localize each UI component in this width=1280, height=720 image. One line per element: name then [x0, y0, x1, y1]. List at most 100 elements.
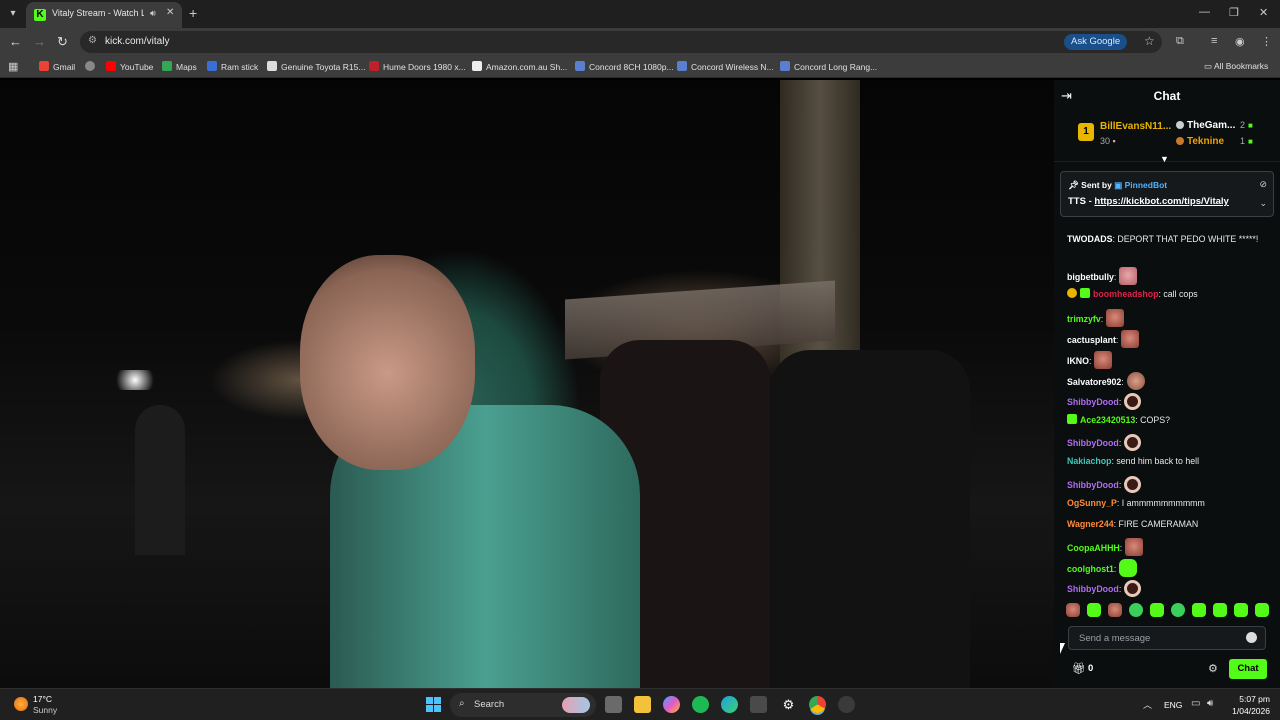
chat-username[interactable]: TWODADS: [1067, 234, 1112, 244]
network-icon[interactable]: ▭: [1191, 698, 1200, 709]
emote-icon[interactable]: [1124, 393, 1142, 410]
bookmark-amazon[interactable]: Amazon.com.au Sh...: [472, 61, 567, 72]
windows-start-icon[interactable]: [426, 697, 441, 712]
emote-icon[interactable]: [1171, 603, 1185, 617]
emote-icon[interactable]: [1213, 603, 1227, 617]
clock-time[interactable]: 5:07 pm: [1222, 694, 1270, 704]
expand-pin-icon[interactable]: ⌄: [1259, 198, 1267, 209]
new-tab-icon[interactable]: +: [189, 5, 197, 21]
chat-username[interactable]: coolghost1: [1067, 564, 1114, 574]
bookmark-concord-long-range[interactable]: Concord Long Rang...: [780, 61, 877, 72]
chat-username[interactable]: CoopaAHHH: [1067, 543, 1120, 553]
profile-avatar-icon[interactable]: ◉: [1235, 35, 1245, 48]
address-bar[interactable]: ⚙ kick.com/vitaly Ask Google ☆: [80, 31, 1162, 53]
copilot-icon[interactable]: [663, 696, 680, 713]
forward-icon[interactable]: →: [33, 34, 46, 50]
emote-icon[interactable]: [1125, 538, 1144, 556]
send-chat-button[interactable]: Chat: [1229, 659, 1267, 679]
chat-username[interactable]: Nakiachop: [1067, 456, 1112, 466]
edge-icon[interactable]: [721, 696, 738, 713]
emote-icon[interactable]: [1255, 603, 1269, 617]
volume-icon[interactable]: 🔊︎: [1207, 698, 1213, 709]
apps-grid-icon[interactable]: ▦: [8, 60, 18, 73]
weather-temperature[interactable]: 17°C: [33, 694, 52, 704]
gift-icon[interactable]: 🎁︎: [1072, 662, 1086, 675]
chat-username[interactable]: ShibbyDood: [1067, 480, 1119, 490]
channel-points[interactable]: 0: [1088, 663, 1093, 674]
chat-username[interactable]: ShibbyDood: [1067, 438, 1119, 448]
minimize-icon[interactable]: —: [1199, 6, 1210, 18]
emote-icon[interactable]: [1129, 603, 1143, 617]
bookmark-ram-stick[interactable]: Ram stick: [207, 61, 258, 72]
weather-sun-icon[interactable]: [14, 697, 28, 711]
video-player[interactable]: [0, 80, 1054, 688]
window-close-icon[interactable]: ✕: [1259, 6, 1268, 19]
chat-username[interactable]: OgSunny_P: [1067, 498, 1117, 508]
emote-icon[interactable]: [1234, 603, 1248, 617]
bookmark-concord-wireless[interactable]: Concord Wireless N...: [677, 61, 774, 72]
ask-google-button[interactable]: Ask Google: [1064, 34, 1128, 50]
extensions-icon[interactable]: ⧉: [1176, 35, 1184, 48]
emote-icon[interactable]: [1124, 476, 1142, 493]
chat-username[interactable]: cactusplant: [1067, 335, 1116, 345]
reload-icon[interactable]: ↻: [57, 34, 68, 50]
bookmark-hume[interactable]: Hume Doors 1980 x...: [369, 61, 466, 72]
gear-icon[interactable]: ⚙: [1208, 662, 1218, 675]
bookmark-toyota[interactable]: Genuine Toyota R15...: [267, 61, 365, 72]
emote-icon[interactable]: [1124, 580, 1142, 597]
site-info-icon[interactable]: ⚙: [88, 35, 97, 46]
settings-gear-icon[interactable]: ⚙: [780, 696, 797, 713]
chat-username[interactable]: boomheadshop: [1093, 289, 1159, 299]
bookmark-maps[interactable]: Maps: [162, 61, 197, 72]
all-bookmarks[interactable]: ▭ All Bookmarks: [1204, 61, 1268, 72]
bookmark-youtube[interactable]: YouTube: [106, 61, 153, 72]
emote-icon[interactable]: [1087, 603, 1101, 617]
tray-overflow-icon[interactable]: ︿: [1143, 698, 1152, 711]
emote-icon[interactable]: [1119, 267, 1138, 285]
taskbar-search[interactable]: ⌕ Search: [450, 693, 596, 717]
chat-username[interactable]: Wagner244: [1067, 519, 1114, 529]
emote-icon[interactable]: [1121, 330, 1140, 348]
leader-name[interactable]: BillEvansN11...: [1100, 121, 1188, 132]
menu-kebab-icon[interactable]: ⋮: [1261, 35, 1272, 48]
weather-condition[interactable]: Sunny: [33, 705, 57, 715]
url-text[interactable]: kick.com/vitaly: [105, 36, 169, 47]
tab-search-icon[interactable]: ▾: [4, 5, 22, 23]
chat-username[interactable]: ShibbyDood: [1067, 584, 1119, 594]
back-icon[interactable]: ←: [9, 34, 22, 50]
restore-icon[interactable]: ❐: [1229, 6, 1239, 19]
chat-input[interactable]: [1079, 631, 1239, 646]
spotify-icon[interactable]: [692, 696, 709, 713]
browser-tab[interactable]: K Vitaly Stream - Watch Live on Kick 🔊︎ …: [26, 2, 182, 28]
chrome-icon[interactable]: [809, 696, 826, 713]
bookmark-concord-8ch[interactable]: Concord 8CH 1080p...: [575, 61, 674, 72]
emote-picker-icon[interactable]: [1246, 632, 1257, 643]
clock-date[interactable]: 1/04/2026: [1222, 706, 1270, 716]
chat-username[interactable]: Salvatore902: [1067, 377, 1121, 387]
input-language[interactable]: ENG: [1164, 700, 1182, 710]
chat-username[interactable]: Ace23420513: [1080, 415, 1135, 425]
bookmark-gmail[interactable]: Gmail: [39, 61, 75, 72]
third-leader-name[interactable]: Teknine: [1176, 136, 1224, 147]
emote-icon[interactable]: [1126, 372, 1145, 390]
chat-username[interactable]: bigbetbully: [1067, 272, 1114, 282]
emote-icon[interactable]: [1150, 603, 1164, 617]
emote-icon[interactable]: [1094, 351, 1113, 369]
emote-icon[interactable]: [1192, 603, 1206, 617]
hide-pin-icon[interactable]: ⊘: [1259, 179, 1267, 190]
bookmark-star-icon[interactable]: ☆: [1144, 34, 1155, 48]
speaker-icon[interactable]: 🔊︎: [150, 8, 156, 19]
chat-username[interactable]: trimzyfv: [1067, 314, 1101, 324]
file-explorer-icon[interactable]: [634, 696, 651, 713]
chat-username[interactable]: IKNO: [1067, 356, 1089, 366]
emote-icon[interactable]: [1106, 309, 1125, 327]
emote-icon[interactable]: [1119, 559, 1138, 577]
steam-icon[interactable]: [838, 696, 855, 713]
emote-icon[interactable]: [1124, 434, 1142, 451]
emote-icon[interactable]: [1108, 603, 1122, 617]
reading-list-icon[interactable]: ≡: [1211, 35, 1217, 47]
pinned-link[interactable]: https://kickbot.com/tips/Vitaly: [1094, 196, 1228, 207]
second-leader-name[interactable]: TheGam...: [1176, 120, 1235, 131]
chat-input-box[interactable]: [1068, 626, 1266, 650]
close-tab-icon[interactable]: ✕: [166, 7, 174, 18]
